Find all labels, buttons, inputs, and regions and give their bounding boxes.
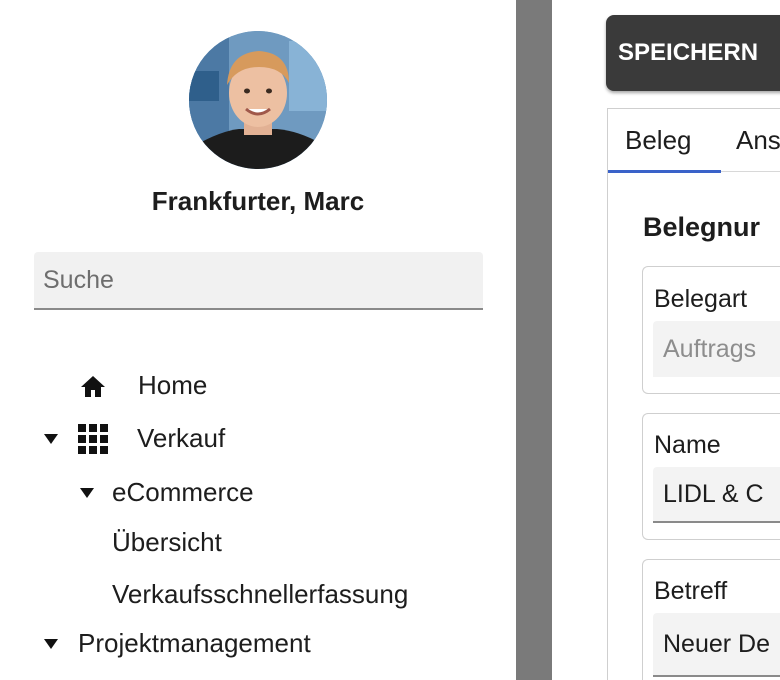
active-tab-indicator <box>608 170 721 173</box>
user-name: Frankfurter, Marc <box>151 186 365 216</box>
field-belegart: Belegart <box>642 266 780 394</box>
caret-down-icon <box>80 487 94 498</box>
caret-down-icon <box>44 638 58 649</box>
home-icon <box>80 373 106 399</box>
field-betreff: Betreff <box>642 559 780 680</box>
belegart-input <box>653 321 780 377</box>
user-avatar[interactable] <box>189 31 327 169</box>
nav-label-verkauf: Verkauf <box>137 423 226 453</box>
nav-label-ecommerce: eCommerce <box>112 477 254 507</box>
nav-item-verkaufsschnellerfassung[interactable]: Verkaufsschnellerfassung <box>112 579 408 610</box>
search-input[interactable] <box>34 252 483 310</box>
tab-ans[interactable]: Ans <box>736 109 780 171</box>
save-button[interactable]: SPEICHERN <box>606 15 780 91</box>
panel-divider[interactable] <box>516 0 552 680</box>
betreff-input[interactable] <box>653 613 780 677</box>
field-label: Belegart <box>654 285 748 313</box>
field-label: Betreff <box>654 577 728 605</box>
name-input[interactable] <box>653 467 780 523</box>
document-panel: SPEICHERN Beleg Ans Belegnur Belegart Na… <box>552 0 780 680</box>
caret-down-icon <box>44 433 58 444</box>
nav-label-projektmanagement: Projektmanagement <box>78 628 311 658</box>
nav-label-verkaufsschnellerfassung: Verkaufsschnellerfassung <box>112 579 409 609</box>
field-label: Name <box>654 431 721 459</box>
tab-beleg[interactable]: Beleg <box>625 109 692 171</box>
nav-item-home[interactable]: Home <box>80 370 207 401</box>
sidebar: Frankfurter, Marc Home Verkauf eCommerce… <box>0 0 516 680</box>
nav-label-home: Home <box>138 370 208 400</box>
avatar-photo <box>189 31 327 169</box>
nav-item-ecommerce[interactable]: eCommerce <box>80 477 254 508</box>
section-title: Belegnur <box>643 212 761 242</box>
field-name: Name <box>642 413 780 540</box>
grid-icon <box>78 423 108 454</box>
nav-item-uebersicht[interactable]: Übersicht <box>112 527 222 558</box>
nav-item-projektmanagement[interactable]: Projektmanagement <box>44 628 311 659</box>
nav-label-uebersicht: Übersicht <box>112 527 222 557</box>
nav-item-verkauf[interactable]: Verkauf <box>44 423 225 454</box>
